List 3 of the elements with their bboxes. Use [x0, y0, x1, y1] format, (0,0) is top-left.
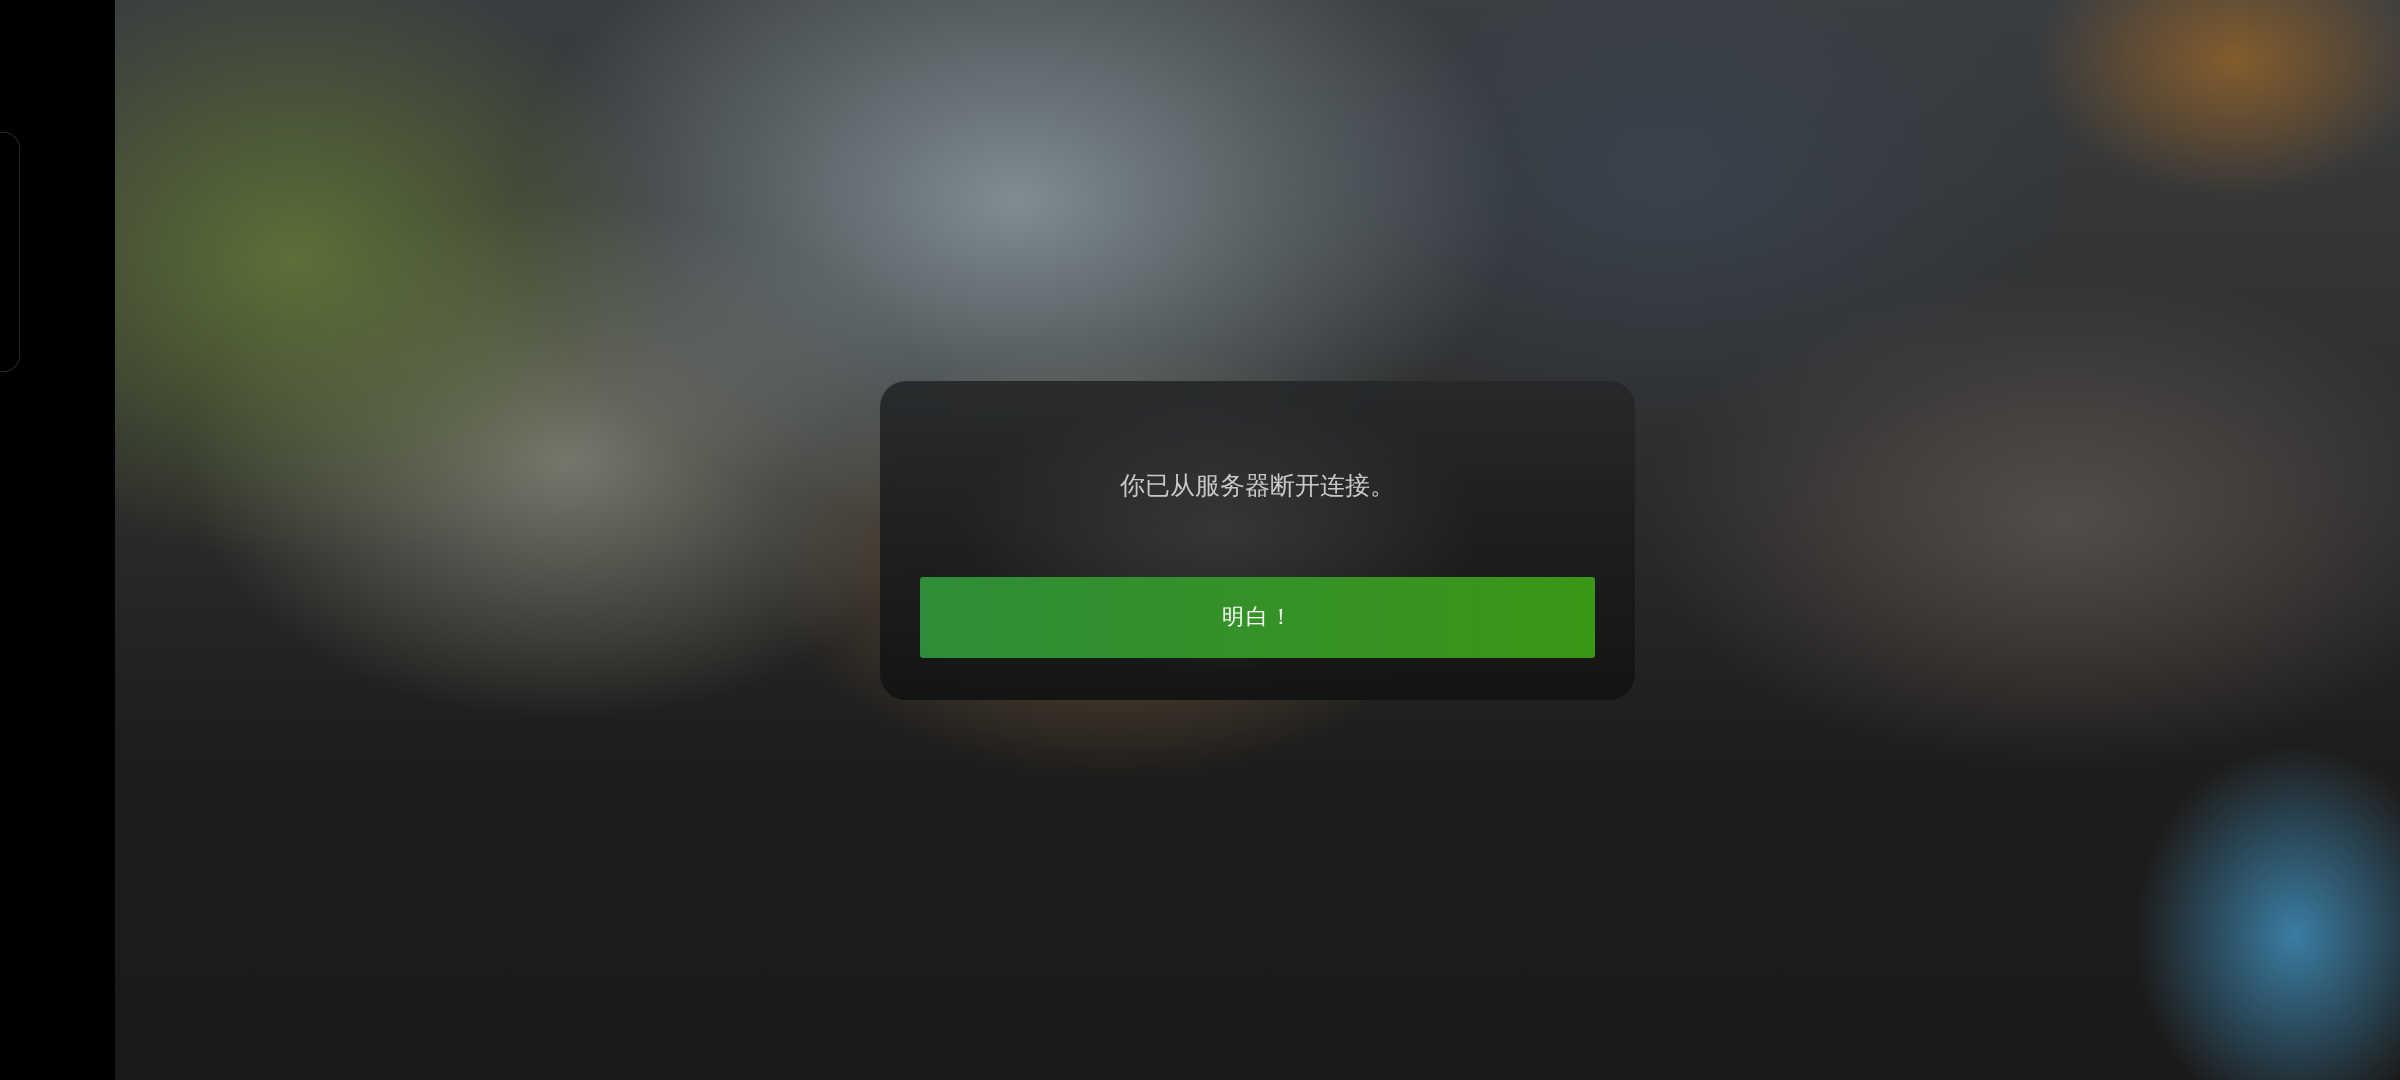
confirm-button[interactable]: 明白！: [920, 576, 1595, 658]
dialog-message: 你已从服务器断开连接。: [1120, 470, 1395, 501]
side-handle[interactable]: [0, 132, 20, 372]
